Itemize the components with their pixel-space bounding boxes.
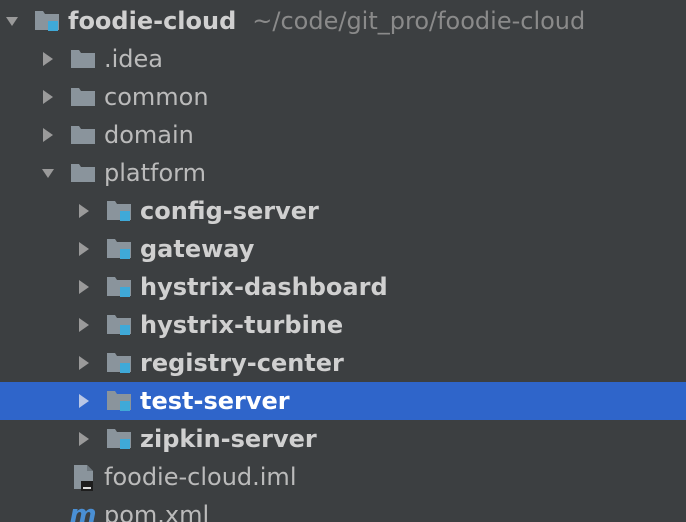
tree-row-domain[interactable]: domain	[0, 116, 686, 154]
tree-row-hystrix-turbine[interactable]: hystrix-turbine	[0, 306, 686, 344]
root-project-path: ~/code/git_pro/foodie-cloud	[252, 7, 586, 35]
file-label: pom.xml	[104, 501, 210, 522]
tree-row-test-server[interactable]: test-server	[0, 382, 686, 420]
module-folder-icon	[104, 424, 134, 454]
module-folder-icon	[104, 196, 134, 226]
tree-row-gateway[interactable]: gateway	[0, 230, 686, 268]
expand-arrow-down-icon[interactable]	[0, 9, 24, 33]
expand-arrow-right-icon[interactable]	[72, 199, 96, 223]
module-folder-icon	[104, 272, 134, 302]
expand-arrow-right-icon[interactable]	[72, 389, 96, 413]
tree-row-idea[interactable]: .idea	[0, 40, 686, 78]
module-folder-icon	[32, 6, 62, 36]
tree-row-common[interactable]: common	[0, 78, 686, 116]
expand-arrow-right-icon[interactable]	[36, 85, 60, 109]
maven-icon: m	[68, 500, 98, 522]
expand-arrow-down-icon[interactable]	[36, 161, 60, 185]
expand-arrow-right-icon[interactable]	[72, 275, 96, 299]
tree-row-config-server[interactable]: config-server	[0, 192, 686, 230]
tree-row-hystrix-dashboard[interactable]: hystrix-dashboard	[0, 268, 686, 306]
tree-row-iml-file[interactable]: foodie-cloud.iml	[0, 458, 686, 496]
tree-row-pom-file[interactable]: m pom.xml	[0, 496, 686, 522]
module-label: gateway	[140, 235, 255, 263]
tree-row-zipkin-server[interactable]: zipkin-server	[0, 420, 686, 458]
module-label: registry-center	[140, 349, 344, 377]
expand-arrow-right-icon[interactable]	[72, 351, 96, 375]
expand-arrow-right-icon[interactable]	[36, 123, 60, 147]
project-tree: foodie-cloud ~/code/git_pro/foodie-cloud…	[0, 0, 686, 522]
folder-icon	[68, 82, 98, 112]
file-label: foodie-cloud.iml	[104, 463, 297, 491]
maven-glyph: m	[69, 500, 97, 522]
module-label: test-server	[140, 387, 290, 415]
iml-file-icon	[68, 462, 98, 492]
module-folder-icon	[104, 234, 134, 264]
tree-item-label: platform	[104, 159, 206, 187]
folder-icon	[68, 44, 98, 74]
module-label: zipkin-server	[140, 425, 317, 453]
root-project-label: foodie-cloud	[68, 7, 237, 35]
module-folder-icon	[104, 386, 134, 416]
module-folder-icon	[104, 310, 134, 340]
module-label: hystrix-turbine	[140, 311, 344, 339]
module-folder-icon	[104, 348, 134, 378]
tree-row-platform[interactable]: platform	[0, 154, 686, 192]
module-label: config-server	[140, 197, 319, 225]
expand-arrow-right-icon[interactable]	[72, 313, 96, 337]
tree-item-label: domain	[104, 121, 194, 149]
tree-item-label: .idea	[104, 45, 164, 73]
expand-arrow-right-icon[interactable]	[36, 47, 60, 71]
folder-icon	[68, 158, 98, 188]
expand-arrow-right-icon[interactable]	[72, 427, 96, 451]
tree-item-label: common	[104, 83, 209, 111]
folder-icon	[68, 120, 98, 150]
module-label: hystrix-dashboard	[140, 273, 388, 301]
tree-row-root[interactable]: foodie-cloud ~/code/git_pro/foodie-cloud	[0, 2, 686, 40]
tree-row-registry-center[interactable]: registry-center	[0, 344, 686, 382]
expand-arrow-right-icon[interactable]	[72, 237, 96, 261]
